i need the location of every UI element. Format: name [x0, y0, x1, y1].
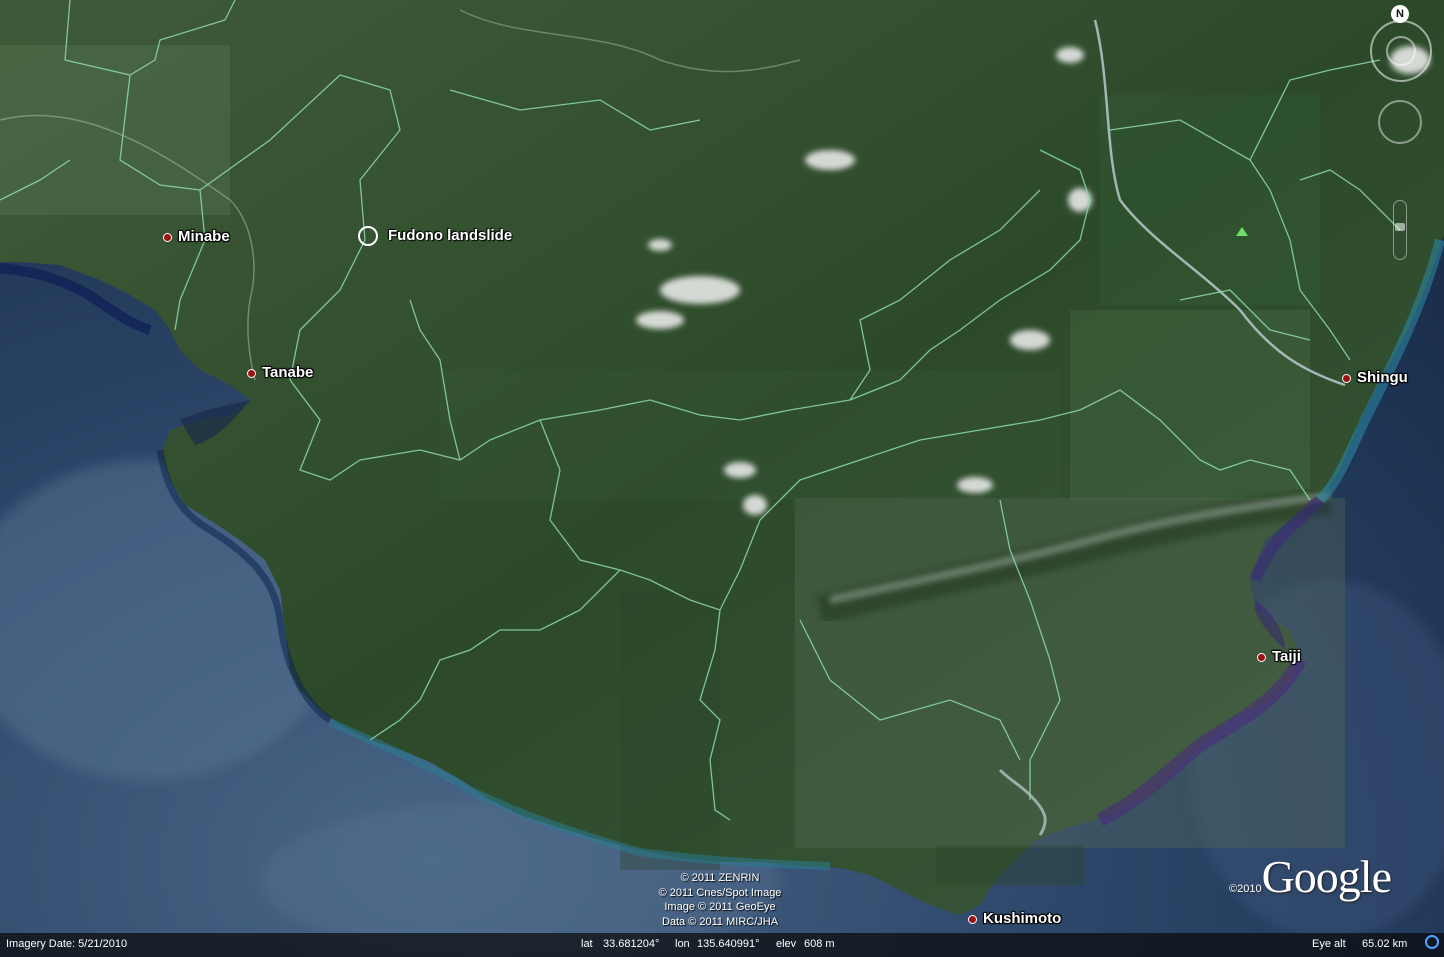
- zoom-slider-handle[interactable]: [1395, 223, 1405, 231]
- town-dot-icon: [968, 914, 977, 924]
- satellite-map[interactable]: [0, 0, 1444, 957]
- logo-wordmark: Google: [1261, 851, 1392, 902]
- fudono-landslide-label: Fudono landslide: [388, 226, 513, 244]
- fudono-landslide-marker[interactable]: Fudono landslide: [358, 226, 512, 246]
- compass-center[interactable]: [1386, 36, 1416, 66]
- place-label: Shingu: [1357, 369, 1408, 386]
- compass-ring-icon[interactable]: [1370, 20, 1432, 82]
- place-label: Minabe: [178, 228, 230, 245]
- town-dot-icon: [1342, 373, 1351, 383]
- google-logo: ©2010Google: [1229, 850, 1392, 903]
- town-dot-icon: [1257, 652, 1266, 662]
- town-dot-icon: [247, 368, 256, 378]
- status-bar: Imagery Date: 5/21/2010 lat 33.681204° l…: [0, 933, 1444, 957]
- lat-value: 33.681204°: [603, 938, 660, 950]
- lat-label: lat: [581, 938, 593, 950]
- credit-line: © 2011 ZENRIN: [680, 872, 760, 884]
- lon-label: lon: [675, 938, 690, 950]
- circle-marker-icon: [358, 226, 378, 246]
- place-label: Kushimoto: [983, 910, 1062, 927]
- credit-line: Data © 2011 MIRC/JHA: [661, 915, 779, 928]
- logo-year: ©2010: [1229, 883, 1262, 895]
- navigation-controls[interactable]: N: [1368, 5, 1438, 260]
- lon-value: 135.640991°: [697, 938, 760, 950]
- elev-label: elev: [776, 938, 797, 950]
- overview-map-icon[interactable]: [1425, 935, 1439, 949]
- imagery-date: Imagery Date: 5/21/2010: [6, 938, 128, 950]
- green-triangle-icon[interactable]: [1236, 227, 1248, 236]
- imagery-credits: © 2011 ZENRIN © 2011 Cnes/Spot Image Ima…: [640, 871, 800, 929]
- look-joystick-icon[interactable]: [1378, 100, 1422, 144]
- elev-value: 608 m: [804, 938, 835, 950]
- place-label: Taiji: [1272, 648, 1301, 665]
- place-kushimoto[interactable]: Kushimoto: [968, 910, 1061, 927]
- place-taiji[interactable]: Taiji: [1257, 648, 1301, 665]
- town-dot-icon: [163, 232, 172, 242]
- place-tanabe[interactable]: Tanabe: [247, 364, 313, 381]
- place-label: Tanabe: [262, 364, 314, 381]
- place-shingu[interactable]: Shingu: [1342, 369, 1408, 386]
- place-minabe[interactable]: Minabe: [163, 228, 230, 245]
- eye-alt-value: 65.02 km: [1362, 938, 1408, 950]
- eye-alt-label: Eye alt: [1312, 938, 1346, 950]
- credit-line: © 2011 Cnes/Spot Image: [658, 886, 782, 899]
- credit-line: Image © 2011 GeoEye: [664, 901, 776, 913]
